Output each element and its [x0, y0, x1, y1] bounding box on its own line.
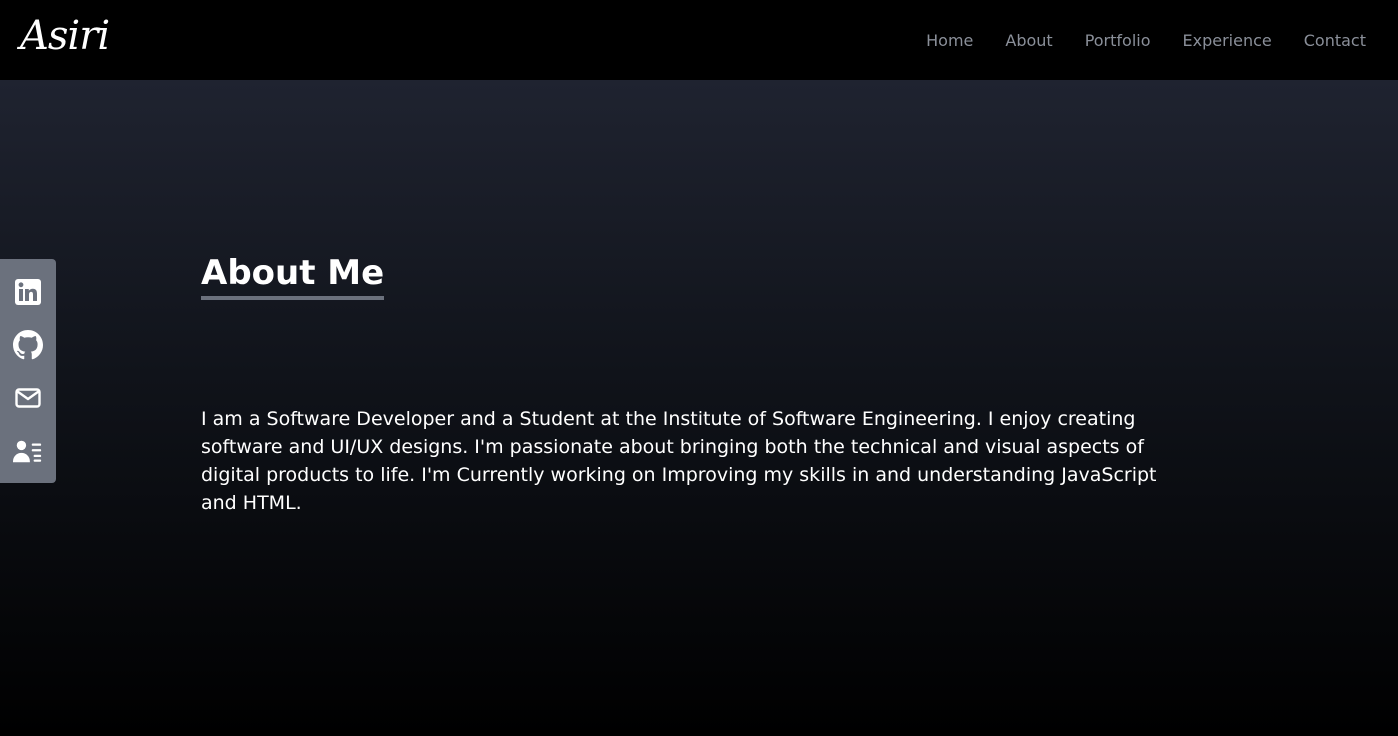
nav-about-link[interactable]: About — [1005, 31, 1052, 50]
nav-contact-link[interactable]: Contact — [1304, 31, 1366, 50]
section-title: About Me — [201, 252, 385, 300]
about-section: About Me I am a Software Developer and a… — [0, 80, 1398, 736]
linkedin-link[interactable] — [13, 277, 43, 307]
nav-portfolio-link[interactable]: Portfolio — [1085, 31, 1151, 50]
social-sidebar — [0, 259, 56, 483]
linkedin-icon — [15, 278, 41, 305]
github-link[interactable] — [13, 329, 43, 360]
nav-links: Home About Portfolio Experience Contact — [926, 0, 1366, 80]
nav-experience-link[interactable]: Experience — [1183, 31, 1272, 50]
github-icon — [13, 329, 43, 359]
mail-icon — [15, 387, 41, 408]
site-logo[interactable]: Asiri — [20, 8, 110, 64]
navbar: Asiri Home About Portfolio Experience Co… — [0, 0, 1398, 80]
resume-link[interactable] — [13, 436, 43, 466]
email-link[interactable] — [13, 383, 43, 413]
about-text: I am a Software Developer and a Student … — [201, 408, 1157, 514]
resume-icon — [13, 440, 42, 462]
nav-home-link[interactable]: Home — [926, 31, 973, 50]
